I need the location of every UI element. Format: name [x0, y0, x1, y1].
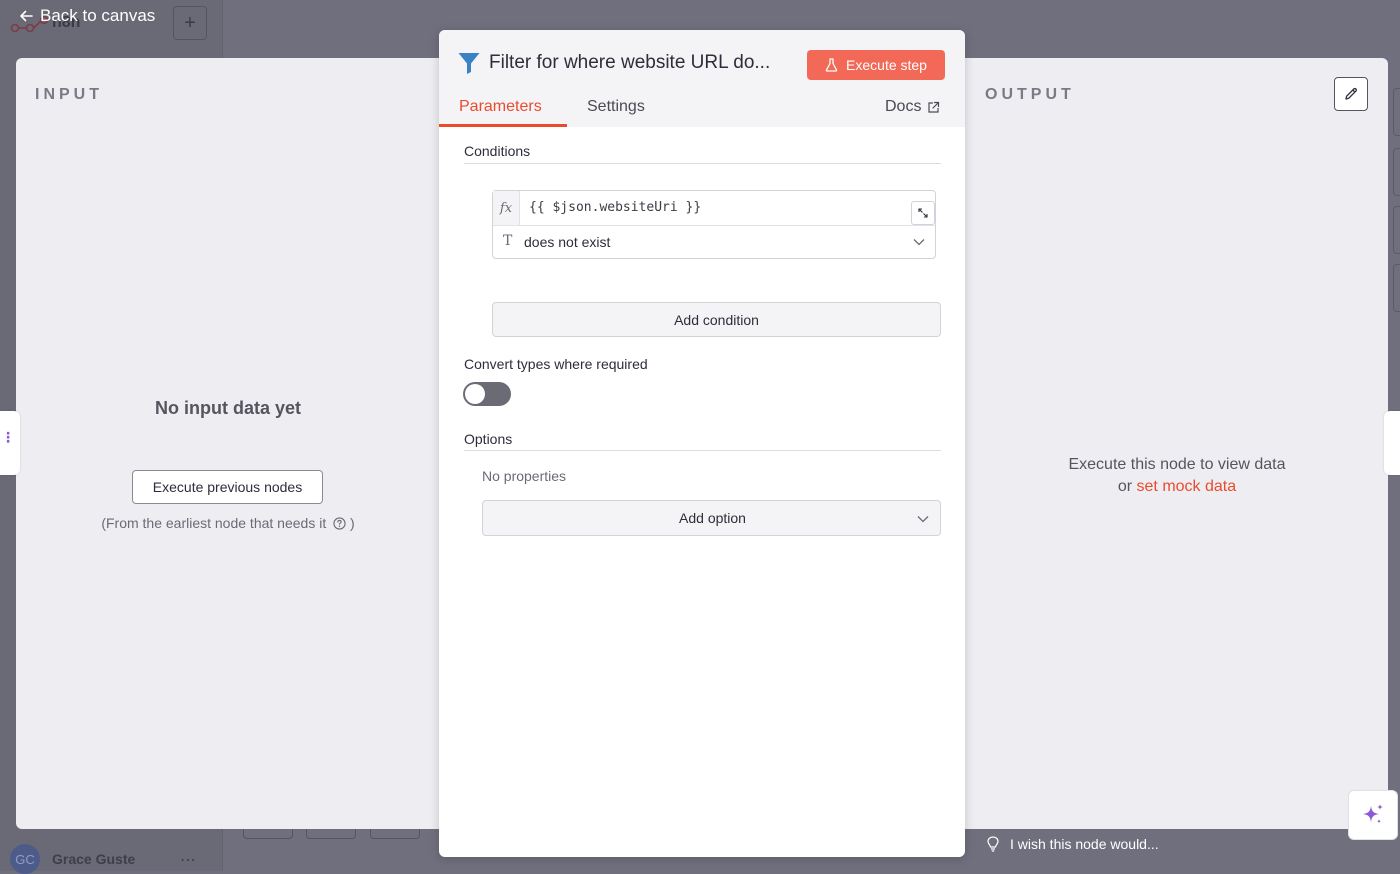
input-hint-text: (From the earliest node that needs it	[101, 515, 327, 531]
output-panel-label: OUTPUT	[985, 86, 1075, 103]
condition-expression[interactable]: {{ $json.websiteUri }}	[529, 200, 701, 215]
convert-types-label: Convert types where required	[464, 356, 648, 372]
no-properties-text: No properties	[482, 468, 567, 484]
back-label: Back to canvas	[40, 6, 156, 25]
canvas-control	[243, 828, 293, 839]
conditions-heading: Conditions	[464, 143, 531, 159]
canvas-control	[370, 828, 420, 839]
output-empty-message: Execute this node to view data or set mo…	[1016, 454, 1338, 498]
input-panel-drag-handle[interactable]: ⋮	[0, 411, 20, 475]
arrow-left-icon	[20, 10, 33, 22]
convert-types-toggle[interactable]	[463, 382, 511, 406]
node-tabs: Parameters Settings Docs	[439, 96, 965, 127]
output-message-or: or	[1117, 478, 1133, 495]
add-option-select[interactable]: Add option	[482, 500, 941, 536]
docs-label: Docs	[885, 98, 922, 115]
flask-icon	[825, 58, 838, 72]
ai-assistant-button[interactable]	[1348, 790, 1398, 840]
operator-value: does not exist	[524, 234, 611, 250]
output-panel-drag-handle[interactable]	[1384, 411, 1400, 475]
feedback-label: I wish this node would...	[1010, 836, 1159, 852]
canvas-side-control	[1393, 148, 1400, 196]
condition-value-field[interactable]: fx {{ $json.websiteUri }}	[493, 191, 935, 226]
tab-settings[interactable]: Settings	[587, 98, 645, 116]
feedback-link[interactable]: I wish this node would...	[986, 836, 1159, 852]
execute-previous-nodes-button[interactable]: Execute previous nodes	[132, 470, 323, 504]
new-item-button[interactable]: +	[173, 6, 207, 40]
add-option-label: Add option	[679, 510, 746, 526]
operator-select[interactable]: T does not exist	[493, 226, 935, 258]
chevron-down-icon	[917, 516, 929, 523]
edit-output-button[interactable]	[1334, 77, 1368, 111]
back-to-canvas-link[interactable]: Back to canvas	[18, 6, 155, 26]
node-header: Filter for where website URL do... Execu…	[439, 30, 965, 127]
external-link-icon	[928, 101, 940, 113]
input-hint: (From the earliest node that needs it )	[16, 515, 440, 531]
toggle-knob	[465, 384, 485, 404]
user-menu-button[interactable]: ⋯	[180, 850, 197, 870]
input-panel: No input data yet Execute previous nodes…	[16, 58, 440, 829]
string-type-icon: T	[503, 233, 513, 249]
set-mock-data-link[interactable]: set mock data	[1137, 478, 1237, 495]
canvas-side-control	[1393, 264, 1400, 312]
avatar: GC	[10, 844, 40, 874]
node-title[interactable]: Filter for where website URL do...	[489, 52, 770, 74]
node-settings-panel: Filter for where website URL do... Execu…	[439, 30, 965, 857]
condition-row: fx {{ $json.websiteUri }} T does not exi…	[492, 190, 936, 259]
expression-indicator: fx	[493, 191, 520, 225]
add-condition-button[interactable]: Add condition	[492, 302, 941, 337]
divider	[464, 163, 941, 164]
expand-icon	[918, 208, 928, 218]
execute-step-button[interactable]: Execute step	[807, 50, 945, 80]
divider	[464, 450, 941, 451]
input-empty-title: No input data yet	[154, 398, 301, 418]
filter-icon	[458, 53, 480, 74]
tab-docs[interactable]: Docs	[885, 98, 940, 116]
execute-step-label: Execute step	[846, 57, 927, 73]
input-hint-close: )	[350, 515, 355, 531]
question-circle-icon[interactable]	[333, 517, 346, 530]
canvas-side-control	[1393, 88, 1400, 136]
user-name: Grace Guste	[52, 851, 136, 867]
canvas-side-control	[1393, 206, 1400, 254]
active-tab-indicator	[439, 124, 567, 127]
sparkle-icon	[1363, 804, 1383, 824]
canvas-control	[306, 828, 356, 839]
tab-parameters[interactable]: Parameters	[459, 98, 542, 116]
user-profile[interactable]: GC Grace Guste	[10, 844, 135, 874]
options-heading: Options	[464, 431, 513, 447]
lightbulb-icon	[987, 836, 999, 852]
chevron-down-icon	[913, 239, 925, 246]
expand-editor-button[interactable]	[911, 201, 935, 225]
pencil-icon	[1345, 87, 1357, 100]
output-message-line: Execute this node to view data	[1068, 456, 1286, 473]
